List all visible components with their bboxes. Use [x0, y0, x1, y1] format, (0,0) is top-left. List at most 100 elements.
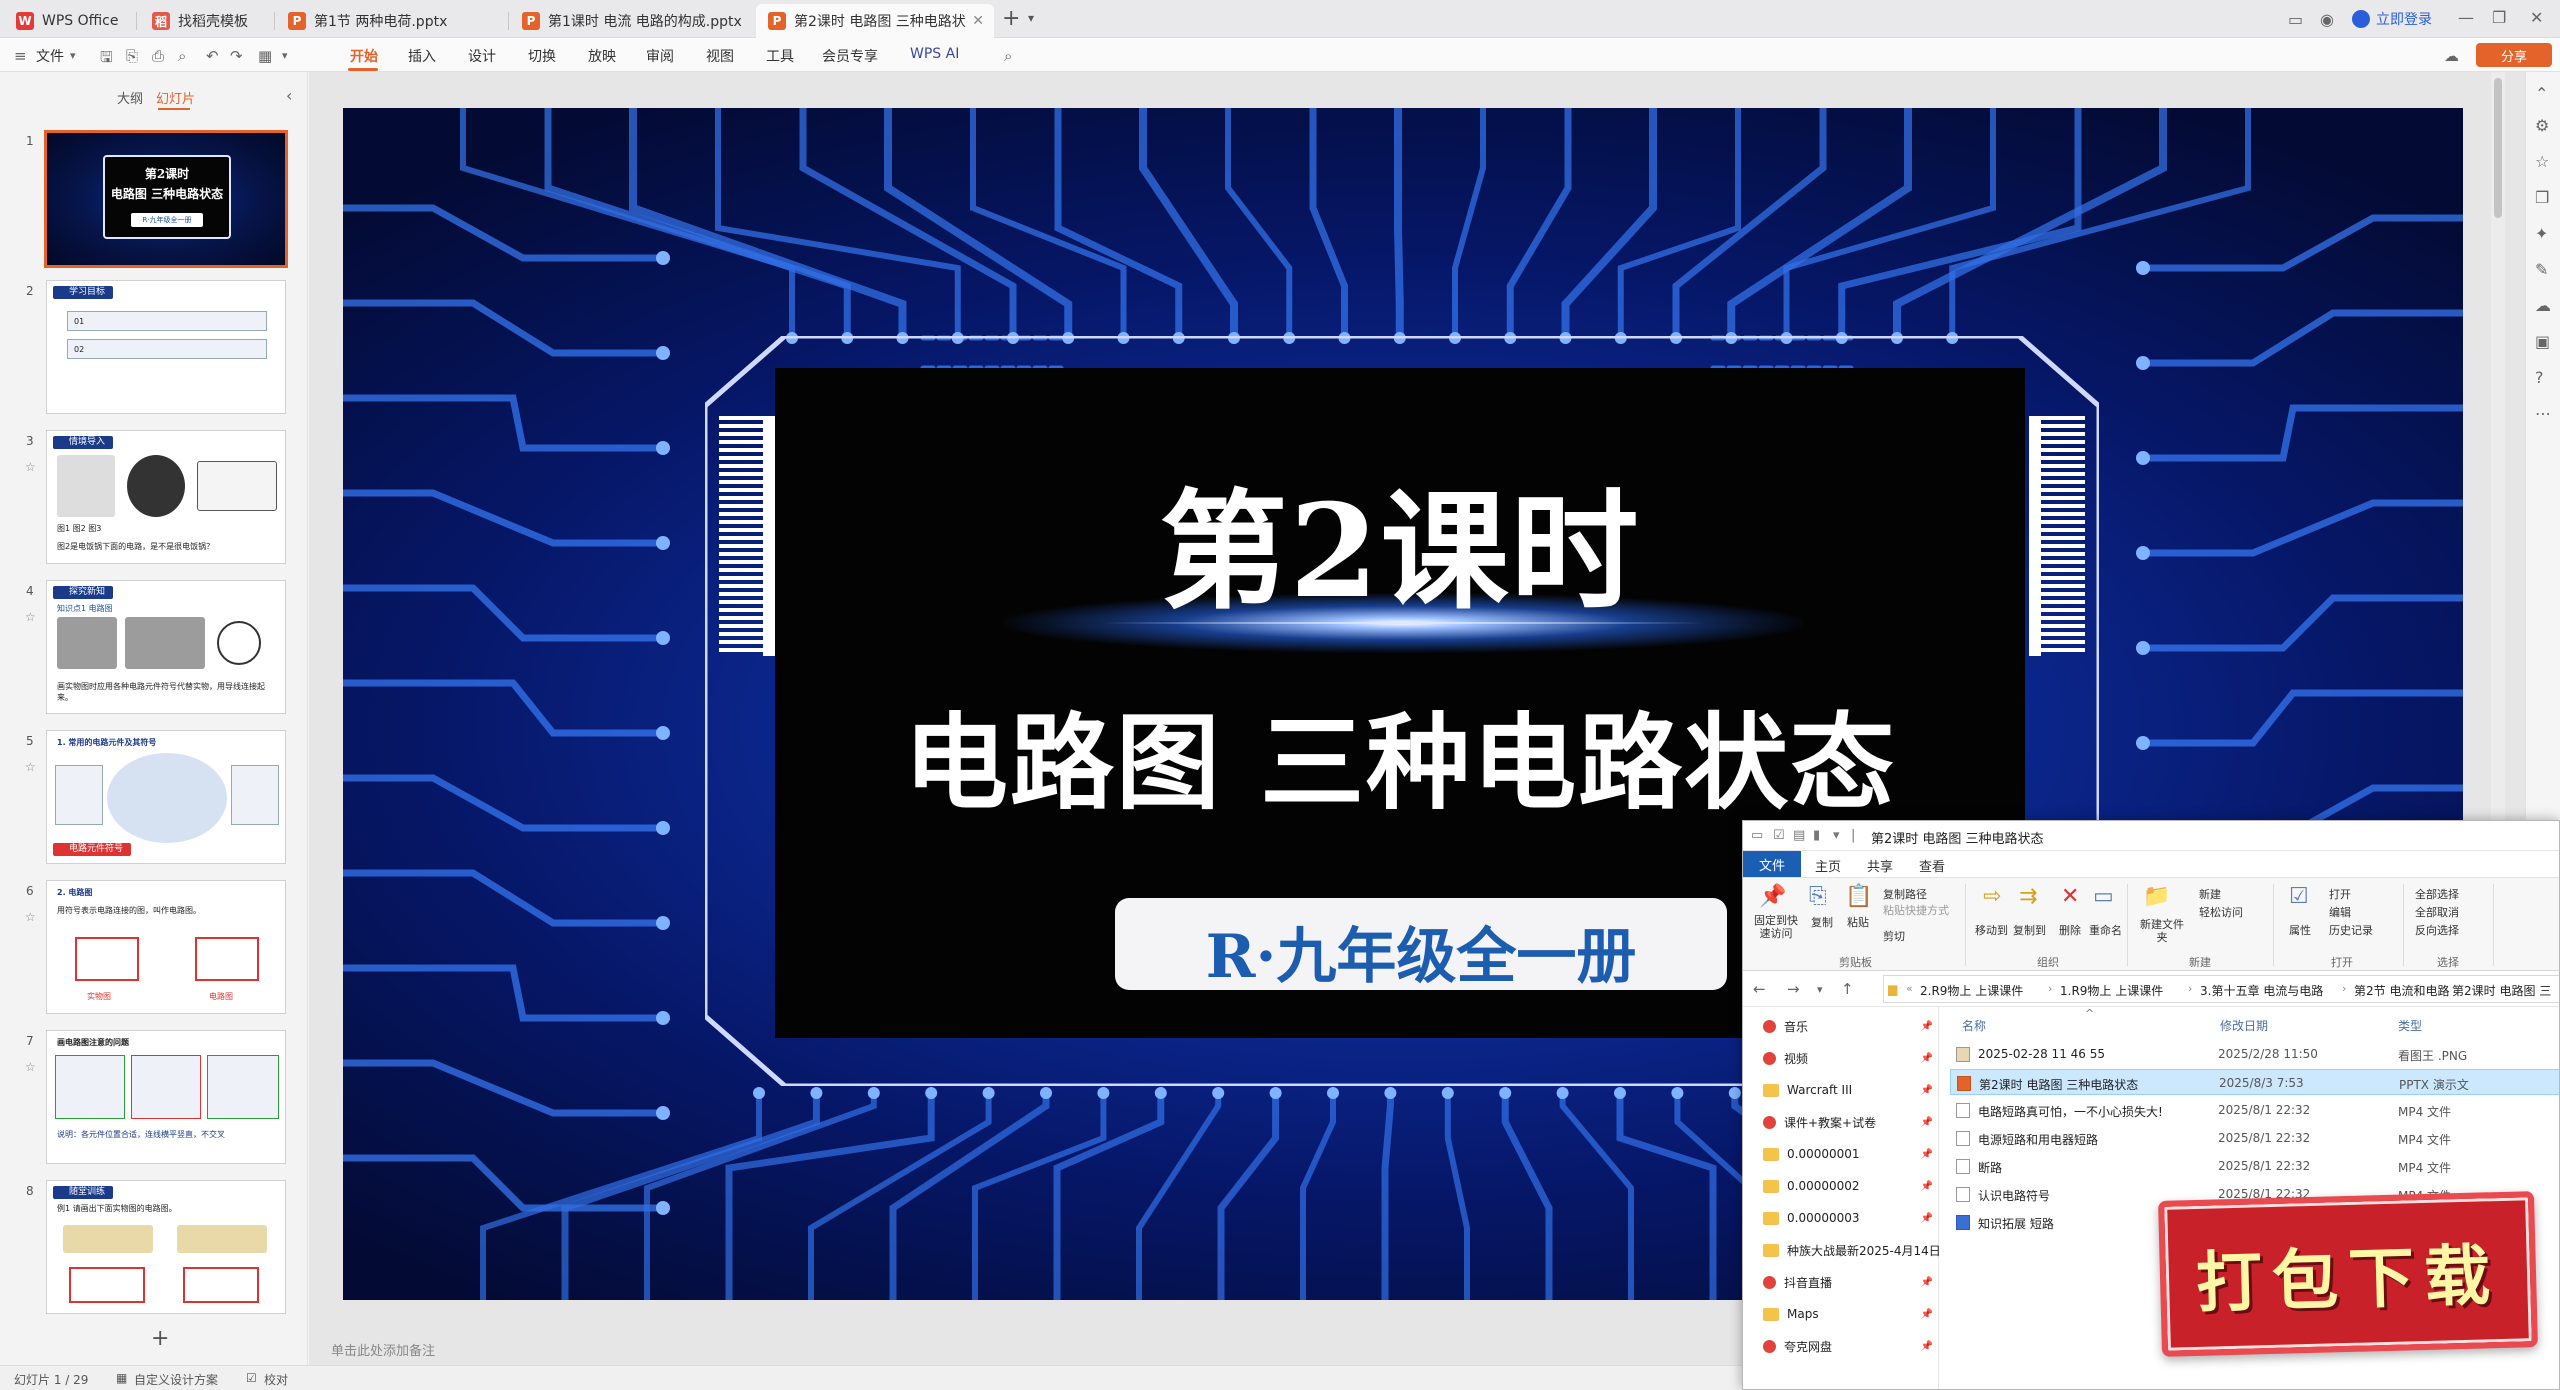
slide-thumbnail-3[interactable]: 情境导入 图1 图2 图3 图2是电饭锅下面的电路，是不是很电饭锅？ [46, 430, 286, 564]
notes-placeholder[interactable]: 单击此处添加备注 [331, 1340, 435, 1359]
menu-design[interactable]: 设计 [468, 46, 496, 66]
quick-access-icon[interactable]: ▮ [1813, 828, 1820, 843]
paste-button[interactable]: 粘贴 [1847, 914, 1869, 930]
brush-icon[interactable]: ✎ [2535, 260, 2548, 279]
pin-icon[interactable]: 📌 [1921, 1149, 1933, 1160]
nav-item[interactable]: 种族大战最新2025-4月14日📌 [1763, 1237, 1953, 1263]
menu-slideshow[interactable]: 放映 [588, 46, 616, 66]
help-icon[interactable]: ? [2535, 368, 2544, 387]
breadcrumb[interactable]: 2.R9物上 上课课件 [1920, 982, 2023, 999]
collapse-panel-icon[interactable]: ‹ [286, 86, 292, 105]
pin-icon[interactable]: 📌 [1921, 1085, 1933, 1096]
menu-wps-ai[interactable]: WPS AI [910, 46, 959, 62]
pin-icon[interactable]: 📌 [1921, 1021, 1933, 1032]
print-preview-icon[interactable]: ⌕ [178, 47, 186, 65]
copy-to-button[interactable]: 复制到 [2013, 922, 2046, 938]
theme-skin-icon[interactable]: ◉ [2320, 10, 2334, 29]
rename-button[interactable]: 重命名 [2089, 922, 2122, 938]
hamburger-menu-icon[interactable]: ≡ [14, 47, 27, 65]
copy-to-icon[interactable]: ⇉ [2019, 884, 2037, 909]
breadcrumb[interactable]: 3.第十五章 电流与电路 [2200, 982, 2323, 999]
tab-ppt-lesson1-current[interactable]: P 第1课时 电流 电路的构成.pptx [510, 4, 750, 38]
tab-ppt-lesson1[interactable]: P 第1节 两种电荷.pptx [276, 4, 506, 38]
nav-item[interactable]: 0.00000003 📌 [1763, 1205, 1933, 1231]
forward-icon[interactable]: → [1787, 980, 1800, 998]
menu-transition[interactable]: 切换 [528, 46, 556, 66]
select-all-button[interactable]: 全部选择 [2415, 886, 2459, 902]
explorer-tab-share[interactable]: 共享 [1867, 856, 1893, 875]
tab-outline[interactable]: 大纲 [117, 88, 143, 107]
add-slide-button[interactable]: + [151, 1326, 169, 1351]
pin-icon[interactable]: 📌 [1921, 1181, 1933, 1192]
new-folder-button[interactable]: 新建文件夹 [2137, 918, 2187, 944]
copy-icon[interactable]: ⎘ [1809, 884, 1827, 909]
export-pdf-icon[interactable]: ⎘ [126, 47, 138, 65]
file-row[interactable]: 电路短路真可怕，一不小心损失大! 2025/8/1 22:32 MP4 文件 [1950, 1097, 2559, 1123]
image-icon[interactable]: ▣ [2535, 332, 2550, 351]
copy-button[interactable]: 复制 [1811, 914, 1833, 930]
menu-review[interactable]: 审阅 [646, 46, 674, 66]
cut-button[interactable]: 剪切 [1883, 928, 1905, 944]
easy-access-button[interactable]: 轻松访问 [2199, 904, 2243, 920]
star-icon[interactable]: ☆ [25, 760, 36, 774]
nav-item[interactable]: 0.00000001 📌 [1763, 1141, 1933, 1167]
new-folder-icon[interactable]: 📁 [2143, 884, 2170, 909]
window-layout-icon[interactable]: ▭ [2288, 10, 2303, 29]
new-folder-icon[interactable]: ▤ [1793, 828, 1805, 843]
column-name[interactable]: 名称 [1962, 1017, 1986, 1034]
nav-item[interactable]: Warcraft III 📌 [1763, 1077, 1933, 1103]
menu-file[interactable]: 文件 [36, 46, 64, 66]
tab-wps-office[interactable]: W WPS Office [4, 4, 132, 38]
nav-item[interactable]: 视频 📌 [1763, 1045, 1933, 1071]
undo-icon[interactable]: ↶ [206, 47, 219, 65]
select-none-button[interactable]: 全部取消 [2415, 904, 2459, 920]
copy-path-button[interactable]: 复制路径 [1883, 886, 1927, 902]
minimize-icon[interactable]: — [2458, 8, 2474, 27]
paste-icon[interactable]: 📋 [1845, 884, 1872, 909]
nav-item[interactable]: Maps 📌 [1763, 1301, 1933, 1327]
restore-icon[interactable]: ❐ [2492, 8, 2506, 27]
tab-slides[interactable]: 幻灯片 [156, 88, 195, 107]
star-icon[interactable]: ☆ [2535, 152, 2549, 171]
new-tab-icon[interactable]: + [1002, 6, 1020, 31]
tab-docer-template[interactable]: 稻 找稻壳模板 [140, 4, 270, 38]
more-icon[interactable]: ⋯ [2535, 404, 2551, 423]
search-icon[interactable]: ⌕ [1004, 47, 1012, 65]
slide-subtitle-title[interactable]: 电路图 三种电路状态 [775, 678, 2025, 829]
nav-item[interactable]: 音乐 📌 [1763, 1013, 1933, 1039]
format-painter-icon[interactable]: ▦ [258, 47, 272, 65]
back-icon[interactable]: ← [1753, 980, 1766, 998]
explorer-tab-file[interactable]: 文件 [1743, 851, 1801, 877]
properties-icon[interactable]: ☑ [2289, 884, 2309, 909]
star-icon[interactable]: ☆ [25, 910, 36, 924]
file-row[interactable]: 断路 2025/8/1 22:32 MP4 文件 [1950, 1153, 2559, 1179]
edition-label[interactable]: R·九年级全一册 [1115, 908, 1727, 995]
cloud-icon[interactable]: ☁ [2535, 296, 2551, 315]
edit-button[interactable]: 编辑 [2329, 904, 2351, 920]
new-item-button[interactable]: 新建 [2199, 886, 2221, 902]
share-button[interactable]: 分享 [2476, 43, 2552, 67]
move-to-button[interactable]: 移动到 [1975, 922, 2008, 938]
login-button[interactable]: 立即登录 [2352, 9, 2432, 29]
slide-thumbnail-4[interactable]: 探究新知 知识点1 电路图 画实物图时应用各种电路元件符号代替实物，用导线连接起… [46, 580, 286, 714]
pin-icon[interactable]: 📌 [1921, 1277, 1933, 1288]
tab-ppt-lesson2-active[interactable]: P 第2课时 电路图 三种电路状 ✕ [756, 4, 994, 38]
address-bar[interactable]: ▆ « 2.R9物上 上课课件 › 1.R9物上 上课课件 › 3.第十五章 电… [1883, 975, 2559, 1003]
breadcrumb[interactable]: 1.R9物上 上课课件 [2060, 982, 2163, 999]
breadcrumb[interactable]: 第2节 电流和电路 [2354, 982, 2449, 999]
download-pack-stamp[interactable]: 打包下载 [2158, 1191, 2538, 1357]
chevron-down-icon[interactable]: ▾ [70, 49, 76, 62]
file-row[interactable]: 2025-02-28 11 46 55 2025/2/28 11:50 看图王 .P… [1950, 1041, 2559, 1067]
chevron-down-icon[interactable]: ▾ [1028, 11, 1034, 25]
file-row[interactable]: 电源短路和用电器短路 2025/8/1 22:32 MP4 文件 [1950, 1125, 2559, 1151]
nav-item[interactable]: 课件+教案+试卷 📌 [1763, 1109, 1933, 1135]
slide-thumbnail-1[interactable]: 第2课时 电路图 三种电路状态 R·九年级全一册 [44, 130, 288, 268]
properties-icon[interactable]: ☑ [1773, 828, 1785, 843]
column-date[interactable]: 修改日期 [2220, 1017, 2268, 1034]
paste-shortcut-button[interactable]: 粘贴快捷方式 [1883, 902, 1949, 918]
close-window-icon[interactable]: ✕ [2530, 8, 2543, 27]
invert-selection-button[interactable]: 反向选择 [2415, 922, 2459, 938]
pin-icon[interactable]: 📌 [1921, 1117, 1933, 1128]
pin-icon[interactable]: 📌 [1921, 1213, 1933, 1224]
slide-thumbnail-8[interactable]: 随堂训练 例1 请画出下面实物图的电路图。 [46, 1180, 286, 1314]
